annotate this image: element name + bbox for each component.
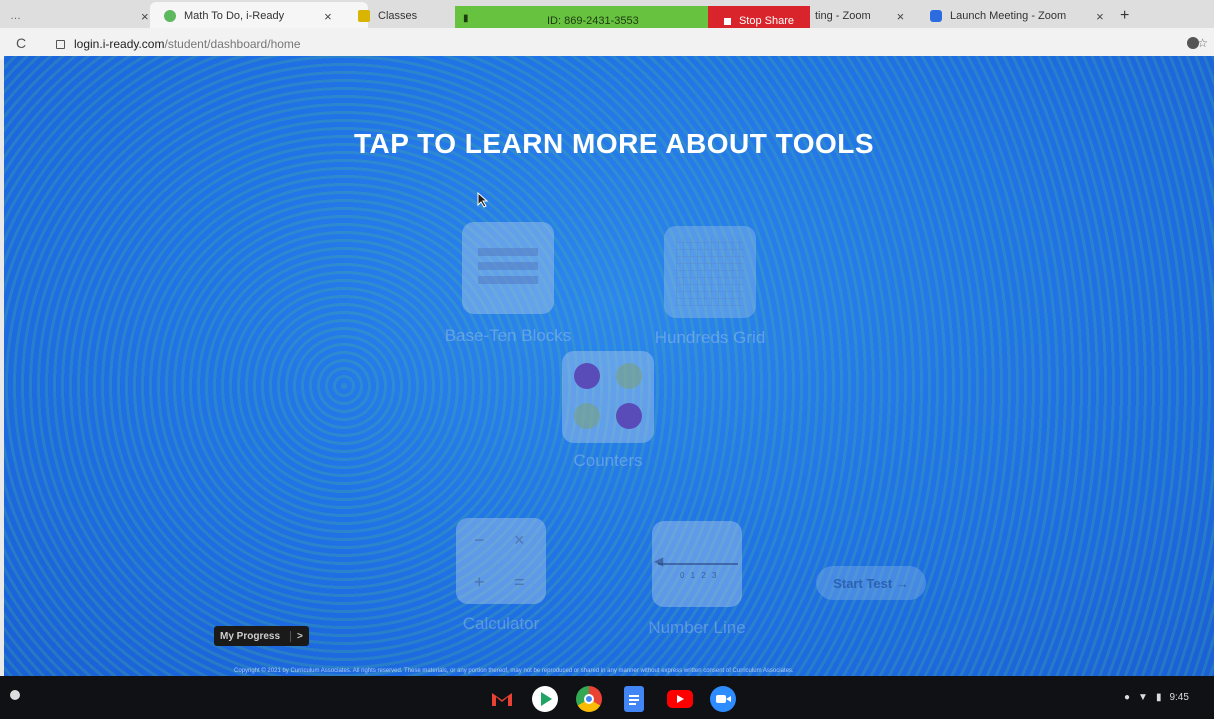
base-ten-blocks-tool[interactable] [462, 222, 554, 314]
counters-tool[interactable] [562, 351, 654, 443]
start-test-button[interactable]: Start Test → [816, 566, 926, 600]
iready-favicon-icon [164, 10, 176, 22]
tab-label: Launch Meeting - Zoom [950, 10, 1067, 22]
battery-icon: ▮ [1155, 692, 1162, 703]
tab-close-icon[interactable]: × [1096, 9, 1104, 24]
my-progress-button[interactable]: My Progress > [214, 626, 309, 646]
green-counter-icon [616, 363, 642, 389]
signal-icon: ▮ [463, 13, 469, 24]
docs-icon[interactable] [624, 686, 644, 712]
reload-icon[interactable]: C [16, 35, 26, 51]
number-line-label: Number Line [648, 618, 746, 637]
hundreds-grid-tool[interactable] [664, 226, 756, 318]
chevron-right-icon: > [290, 630, 303, 642]
stop-icon [723, 17, 731, 25]
launcher-icon[interactable] [10, 690, 20, 700]
zoom-icon[interactable] [710, 686, 736, 712]
lock-icon[interactable] [56, 40, 65, 49]
tab-close-icon[interactable]: × [897, 9, 905, 24]
plus-icon: + [474, 572, 485, 592]
blocks-icon [478, 248, 538, 256]
mouse-cursor-icon [477, 192, 489, 208]
counters-label: Counters [573, 451, 643, 470]
meeting-id: ID: 869-2431-3553 [547, 15, 639, 27]
number-line-tool[interactable]: ◀ 0 1 2 3 [652, 521, 742, 607]
tab-label: Math To Do, i-Ready [184, 10, 285, 22]
number-line-icon [658, 563, 738, 565]
my-progress-label: My Progress [220, 630, 281, 642]
iready-page: TAP TO LEARN MORE ABOUT TOOLS Base-Ten B… [4, 56, 1214, 676]
purple-counter-icon [616, 403, 642, 429]
calculator-tool[interactable]: − × + = [456, 518, 546, 604]
tab-label: ting - Zoom [815, 10, 871, 22]
stop-share-label: Stop Share [738, 15, 795, 27]
blocks-icon-bar [478, 262, 538, 270]
clock: 9:45 [1169, 692, 1189, 703]
url-domain: login.i-ready.com [74, 37, 165, 51]
tab-math-to-do[interactable]: Math To Do, i-Ready × [150, 2, 368, 30]
calculator-label: Calculator [462, 614, 540, 633]
play-store-icon[interactable] [532, 686, 558, 712]
system-tray[interactable]: ● ▼ ▮ 9:45 [1124, 692, 1189, 703]
screen: … × Math To Do, i-Ready × Classes ting -… [0, 0, 1214, 719]
page-title: TAP TO LEARN MORE ABOUT TOOLS [353, 128, 875, 159]
green-counter-icon [574, 403, 600, 429]
base-ten-blocks-label: Base-Ten Blocks [444, 326, 572, 345]
tab-zoom-meeting[interactable]: ting - Zoom × [815, 2, 904, 30]
address-bar[interactable]: login.i-ready.com/student/dashboard/home [74, 37, 301, 51]
copyright-notice: Copyright © 2021 by Curriculum Associate… [234, 668, 794, 674]
multiply-icon: × [514, 530, 525, 550]
equals-icon: = [514, 572, 525, 592]
number-line-ticks: 0 1 2 3 [680, 571, 717, 580]
classes-favicon-icon [358, 10, 370, 22]
url-path: /student/dashboard/home [164, 37, 301, 51]
tab-classes[interactable]: Classes [358, 2, 417, 30]
tab-close-icon[interactable]: × [141, 9, 149, 24]
youtube-icon[interactable] [667, 690, 693, 708]
chrome-icon[interactable] [576, 686, 602, 712]
settings-icon: ● [1124, 692, 1131, 703]
arrow-left-icon: ◀ [654, 554, 664, 568]
wifi-icon: ▼ [1138, 692, 1148, 703]
os-shelf: ● ▼ ▮ 9:45 [0, 676, 1214, 719]
zoom-favicon-icon [930, 10, 942, 22]
tab-label: Classes [378, 10, 418, 22]
new-tab-button[interactable]: + [1120, 2, 1129, 30]
tab-close-icon[interactable]: × [324, 9, 332, 24]
profile-avatar[interactable] [1187, 37, 1199, 49]
hundreds-grid-label: Hundreds Grid [654, 328, 766, 347]
tab-partial[interactable]: … × [10, 2, 149, 30]
minus-icon: − [474, 530, 485, 550]
blocks-icon-bar [478, 276, 538, 284]
tab-launch-meeting-zoom[interactable]: Launch Meeting - Zoom × [930, 2, 1104, 30]
grid-icon [676, 238, 744, 306]
purple-counter-icon [574, 363, 600, 389]
gmail-icon[interactable] [489, 686, 515, 712]
